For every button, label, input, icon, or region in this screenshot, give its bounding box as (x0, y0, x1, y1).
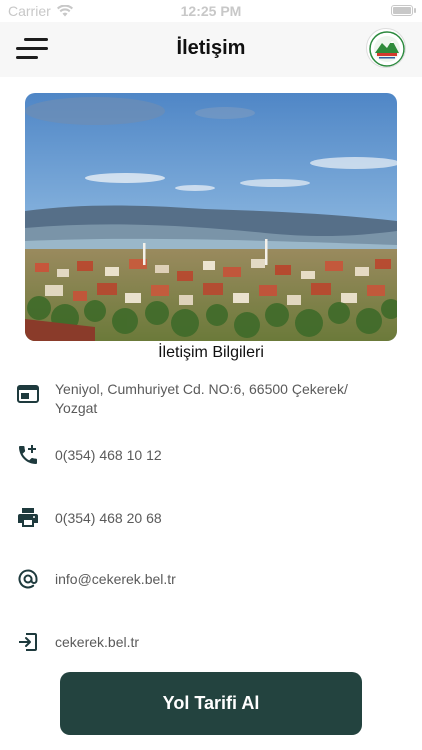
get-directions-button[interactable]: Yol Tarifi Al (60, 672, 362, 735)
status-bar: Carrier 12:25 PM (0, 0, 422, 22)
page-title: İletişim (176, 37, 246, 59)
address-card-icon (17, 385, 39, 403)
login-arrow-icon (19, 633, 37, 651)
nav-bar: İletişim (0, 22, 422, 77)
status-time: 12:25 PM (180, 3, 242, 19)
section-title: İletişim Bilgileri (158, 344, 264, 361)
phone-add-icon (19, 445, 37, 464)
municipality-logo[interactable] (366, 28, 406, 68)
at-sign-icon (18, 569, 38, 589)
fax-text: 0(354) 468 20 68 (55, 510, 162, 526)
address-text: Yeniyol, Cumhuriyet Cd. NO:6, 66500 Çeke… (55, 381, 348, 416)
town-photo (25, 93, 397, 341)
logo-emblem-icon (369, 31, 405, 67)
phone-text: 0(354) 468 10 12 (55, 447, 162, 463)
website-text: cekerek.bel.tr (55, 634, 140, 650)
battery-icon (391, 5, 416, 16)
email-text: info@cekerek.bel.tr (55, 571, 176, 587)
printer-icon (18, 508, 38, 527)
